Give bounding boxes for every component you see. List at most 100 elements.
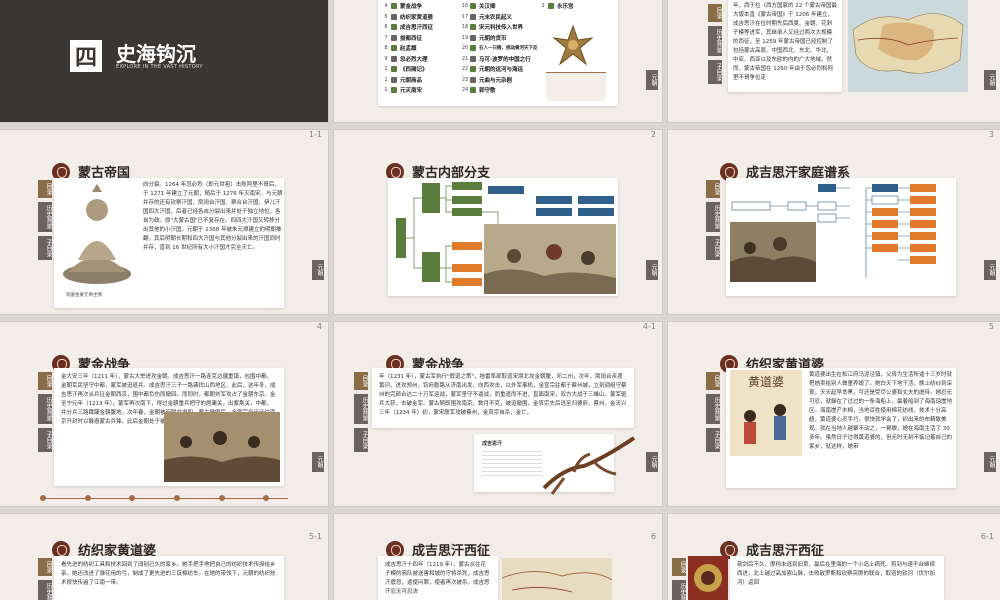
body-text: 年（1231 年），蒙古军执行"假道之策"，拖雷率部取道宋境北攻金朝腹，邓二州，… <box>379 374 627 416</box>
statue-caption: 铜鎏金蒙元佛坐像 <box>66 293 102 298</box>
timeline-dot[interactable] <box>218 495 225 501</box>
map-text-panel: 年，西于拉（西方国家的 22 个蒙古帝国最大版本直《蒙古帝国》于 1206 年建… <box>728 0 842 92</box>
catalog-chip <box>391 34 397 41</box>
artifact-image <box>548 20 598 70</box>
side-tab-sub[interactable]: 子目录 <box>38 428 52 452</box>
slide-4-1[interactable]: 4-1 蒙金战争 目录 历史背景 子目录 年（1231 年），蒙古军执行"假道之… <box>334 322 662 506</box>
right-tab[interactable]: 元朝 <box>646 70 658 90</box>
catalog-item[interactable]: 6 成吉思汗西征 <box>381 22 471 33</box>
right-tab[interactable]: 元朝 <box>646 260 658 280</box>
slide-number: 6 <box>650 532 656 541</box>
catalog-item[interactable]: 18 宋元科技传入世界 <box>460 22 552 33</box>
slide-6[interactable]: 6 成吉思汗西征 成吉思汗十四年（1219 年），蒙古派往花子模的商队被送害和城… <box>334 514 662 600</box>
catalog-item[interactable]: 7 拔都西征 <box>381 33 471 44</box>
slide-5-1[interactable]: 5-1 纺织家黄道婆 目录 历史背景 看先进的纺织工具和技术回到了阔别已久的家乡… <box>0 514 328 600</box>
content-panel: 金大安三年（1211 年），蒙古大举进攻金朝。成吉思汗一路连克边疆重镇，包围中都… <box>54 368 284 486</box>
side-tab-background[interactable]: 历史背景 <box>706 202 720 232</box>
catalog-chip <box>470 24 476 31</box>
catalog-slide[interactable]: 4 蒙金战争 5 纺织家黄道婆 6 成吉思汗西征 7 拔都西征 8 赵孟頫 9 忽必烈大理 … <box>334 0 662 122</box>
map-text: 年，西于拉（西方国家的 22 个蒙古帝国最大版本直《蒙古帝国》于 1206 年建… <box>733 3 837 81</box>
side-tab-catalog[interactable]: 目录 <box>672 558 686 576</box>
catalog-list-right: 16 关汉卿 17 元末农民起义 18 宋元科技传入世界 19 元朝的货币 20 石人一只… <box>460 1 552 96</box>
slide-5[interactable]: 5 纺织家黄道婆 目录 历史背景 子目录 黄道婆 黄道婆出生在松江府乌泥泾镇，父… <box>668 322 1000 506</box>
svg-text:黄道婆: 黄道婆 <box>748 375 784 389</box>
catalog-item[interactable]: 5 纺织家黄道婆 <box>381 12 471 23</box>
artifact-caption-box <box>546 72 606 101</box>
section-slide[interactable]: 四 史海钩沉 EXPLORE IN THE VAST HISTORY <box>0 0 328 122</box>
content-panel: 韧剑后不久，摩柯未逃到旧草，最后在里海的一个小岛上病死。剪到与速不台继续西进，北… <box>730 556 944 600</box>
catalog-item[interactable]: 21 马可·波罗的中国之行 <box>460 54 552 65</box>
timeline-dot[interactable] <box>40 495 46 501</box>
slide-4[interactable]: 4 蒙金战争 目录 历史背景 子目录 金大安三年（1211 年），蒙古大举进攻金… <box>0 322 328 506</box>
catalog-chip <box>391 55 397 62</box>
catalog-panel: 4 蒙金战争 5 纺织家黄道婆 6 成吉思汗西征 7 拔都西征 8 赵孟頫 9 忽必烈大理 … <box>378 0 618 106</box>
catalog-item[interactable]: 1 元灭南宋 <box>381 85 471 96</box>
side-tab-catalog[interactable]: 目录 <box>38 180 52 198</box>
side-tab-background[interactable]: 历史背景 <box>38 202 52 232</box>
right-tab[interactable]: 元朝 <box>984 452 996 472</box>
side-tab-catalog[interactable]: 目录 <box>706 372 720 390</box>
slide-6-1[interactable]: 6-1 成吉思汗西征 目录 历史背景 韧剑后不久，摩柯未逃到旧草，最后在里海的一… <box>668 514 1000 600</box>
catalog-item[interactable]: 1 元朝商品 <box>381 75 471 86</box>
catalog-chip <box>470 76 476 83</box>
side-tab-background[interactable]: 历史背景 <box>38 394 52 424</box>
cavalry-image <box>164 412 280 482</box>
catalog-item[interactable]: 9 忽必烈大理 <box>381 54 471 65</box>
slide-number: 6-1 <box>980 532 994 541</box>
side-tab-catalog[interactable]: 目录 <box>706 180 720 198</box>
right-tab[interactable]: 元朝 <box>312 452 324 472</box>
side-tabs: 目录 历史背景 子目录 <box>706 180 720 264</box>
catalog-item[interactable]: 2 永乐宫 <box>538 1 574 12</box>
side-tab-background[interactable]: 历史背景 <box>38 580 52 600</box>
slide-number: 2 <box>650 130 656 139</box>
side-tab-catalog[interactable]: 目录 <box>38 558 52 576</box>
timeline <box>40 494 288 502</box>
right-tab[interactable]: 元朝 <box>984 260 996 280</box>
right-tab[interactable]: 元朝 <box>312 260 324 280</box>
timeline-line <box>40 498 288 499</box>
side-tab-catalog[interactable]: 目录 <box>708 4 722 22</box>
catalog-item[interactable]: 1 《西厢记》 <box>381 64 471 75</box>
catalog-item[interactable]: 24 郭守敬 <box>460 85 552 96</box>
side-tab-background[interactable]: 历史背景 <box>672 580 686 600</box>
slide-3[interactable]: 3 成吉思汗家庭谱系 目录 历史背景 子目录 元朝 <box>668 130 1000 314</box>
branch-artifact-image <box>534 428 644 498</box>
catalog-chip <box>470 34 476 41</box>
catalog-item[interactable]: 4 蒙金战争 <box>381 1 471 12</box>
side-tab-sub[interactable]: 子目录 <box>708 60 722 84</box>
timeline-dot[interactable] <box>129 495 136 501</box>
catalog-item[interactable]: 8 赵孟頫 <box>381 43 471 54</box>
slide-number: 5-1 <box>308 532 322 541</box>
timeline-dot[interactable] <box>173 495 180 501</box>
weaver-painting-image: 黄道婆 <box>730 370 802 456</box>
right-tab[interactable]: 元朝 <box>984 70 996 90</box>
side-tabs: 目录 历史背景 子目录 <box>708 4 722 88</box>
side-tab-catalog[interactable]: 目录 <box>354 372 368 390</box>
side-tab-sub[interactable]: 子目录 <box>354 428 368 452</box>
catalog-item[interactable]: 17 元末农民起义 <box>460 12 552 23</box>
side-tab-background[interactable]: 历史背景 <box>354 394 368 424</box>
timeline-dot[interactable] <box>84 495 91 501</box>
catalog-chip <box>391 87 397 94</box>
catalog-item[interactable]: 19 元朝的货币 <box>460 33 552 44</box>
catalog-item[interactable]: 22 元朝的运河与海运 <box>460 64 552 75</box>
side-tab-sub[interactable]: 子目录 <box>706 236 720 260</box>
side-tab-background[interactable]: 历史背景 <box>708 26 722 56</box>
content-panel: 年（1231 年），蒙古军执行"假道之策"，拖雷率部取道宋境北攻金朝腹，邓二州，… <box>372 368 634 428</box>
catalog-item[interactable]: 20 石人一只眼，挑动黄河天下反 <box>460 43 552 54</box>
right-tab[interactable]: 元朝 <box>646 452 658 472</box>
slide-2[interactable]: 2 蒙古内部分支 元朝 <box>334 130 662 314</box>
side-tab-sub[interactable]: 子目录 <box>706 428 720 452</box>
timeline-dot[interactable] <box>263 495 270 501</box>
slide-1-1[interactable]: 1-1 蒙古帝国 目录 历史背景 子目录 铜鎏金蒙元佛坐像 向分裂。1264 年… <box>0 130 328 314</box>
catalog-item[interactable]: 23 元曲与元杂剧 <box>460 75 552 86</box>
slide-number: 4 <box>316 322 322 331</box>
side-tab-background[interactable]: 历史背景 <box>706 394 720 424</box>
side-tabs: 目录 历史背景 子目录 <box>354 372 368 456</box>
map-slide[interactable]: 目录 历史背景 子目录 年，西于拉（西方国家的 22 个蒙古帝国最大版本直《蒙古… <box>668 0 1000 122</box>
side-tab-sub[interactable]: 子目录 <box>38 236 52 260</box>
catalog-chip <box>391 24 397 31</box>
side-tab-catalog[interactable]: 目录 <box>38 372 52 390</box>
catalog-chip <box>470 13 476 20</box>
caption-lines <box>482 448 542 478</box>
